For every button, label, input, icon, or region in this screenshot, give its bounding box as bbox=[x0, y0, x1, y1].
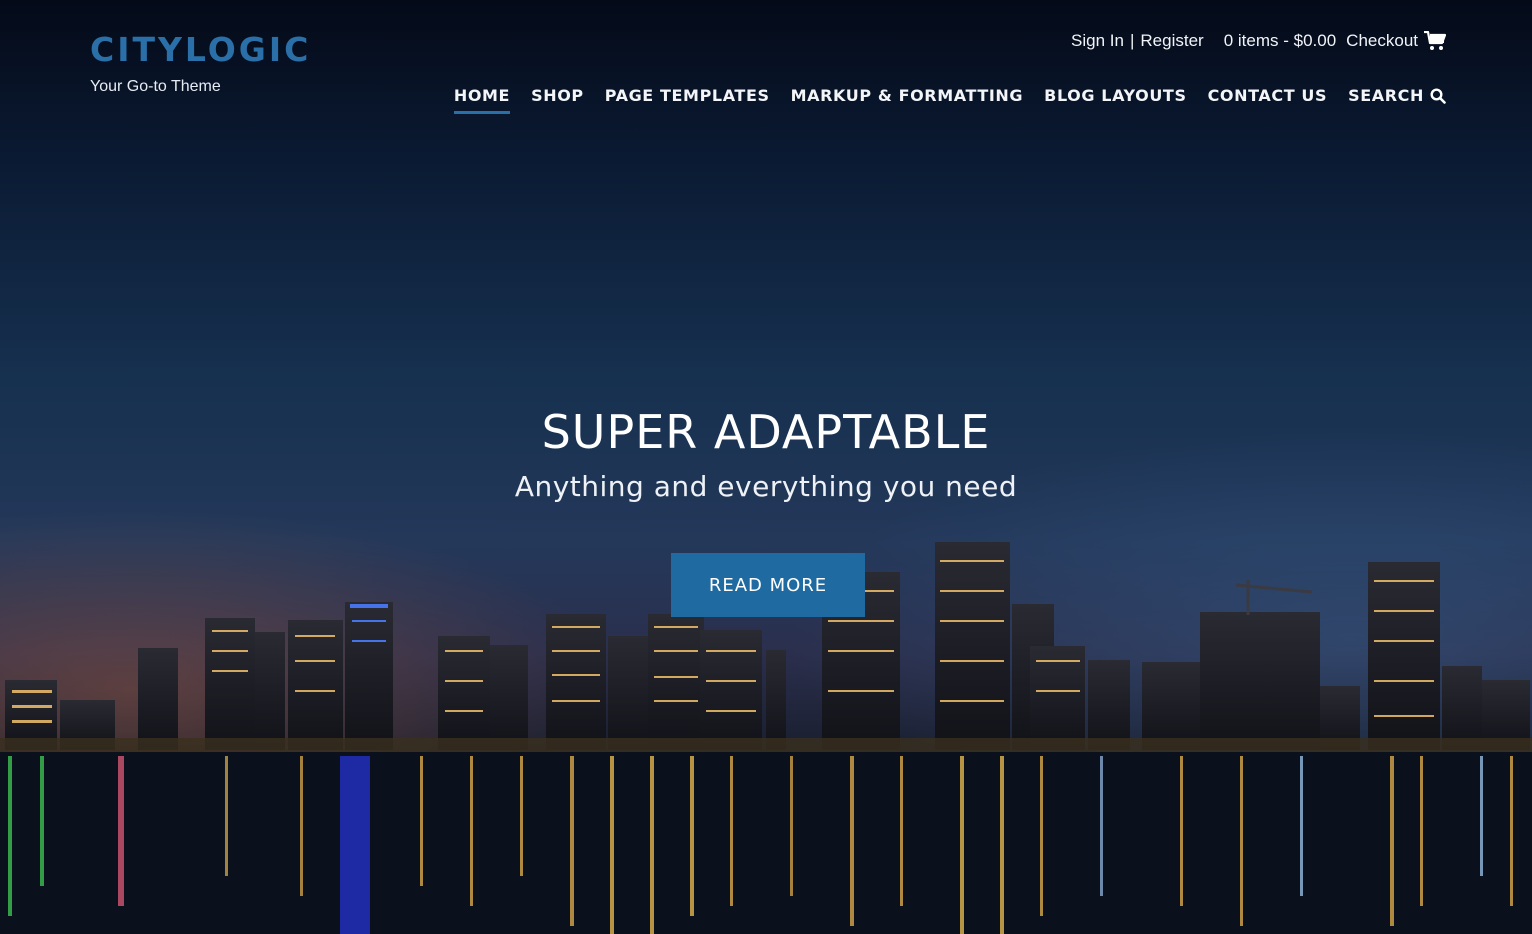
nav-item-shop[interactable]: SHOP bbox=[531, 86, 584, 114]
top-bar: Sign In | Register 0 items - $0.00 Check… bbox=[1071, 30, 1447, 51]
nav-item-label: BLOG LAYOUTS bbox=[1044, 86, 1187, 105]
nav-item-label: CONTACT US bbox=[1207, 86, 1328, 105]
site-tagline: Your Go-to Theme bbox=[90, 78, 221, 95]
register-link[interactable]: Register bbox=[1140, 31, 1203, 51]
nav-item-label: MARKUP & FORMATTING bbox=[790, 86, 1024, 105]
nav-item-contact-us[interactable]: CONTACT US bbox=[1208, 86, 1328, 114]
nav-item-label: SHOP bbox=[531, 86, 584, 105]
hero-title: SUPER ADAPTABLE bbox=[541, 405, 991, 459]
nav-item-blog-layouts[interactable]: BLOG LAYOUTS bbox=[1044, 86, 1186, 114]
main-nav: HOME SHOP PAGE TEMPLATES MARKUP & FORMAT… bbox=[453, 86, 1446, 114]
read-more-button[interactable]: READ MORE bbox=[671, 553, 865, 617]
nav-item-markup-formatting[interactable]: MARKUP & FORMATTING bbox=[791, 86, 1024, 114]
nav-item-home[interactable]: HOME bbox=[453, 86, 511, 114]
search-icon bbox=[1430, 87, 1446, 104]
sign-in-link[interactable]: Sign In bbox=[1071, 31, 1124, 51]
hero-content: SUPER ADAPTABLE Anything and everything … bbox=[0, 402, 1532, 503]
nav-item-page-templates[interactable]: PAGE TEMPLATES bbox=[605, 86, 770, 114]
separator: | bbox=[1129, 31, 1135, 50]
cart-summary-link[interactable]: 0 items - $0.00 bbox=[1224, 31, 1336, 51]
nav-item-label: SEARCH bbox=[1348, 86, 1424, 105]
nav-item-label: PAGE TEMPLATES bbox=[604, 86, 770, 105]
checkout-link[interactable]: Checkout bbox=[1346, 31, 1418, 51]
site-logo[interactable]: CITYLOGIC bbox=[90, 30, 311, 70]
nav-item-search[interactable]: SEARCH bbox=[1348, 86, 1446, 114]
site-branding: CITYLOGIC Your Go-to Theme bbox=[90, 30, 311, 96]
hero-subtitle: Anything and everything you need bbox=[514, 470, 1018, 503]
nav-item-label: HOME bbox=[453, 86, 511, 105]
cart-icon[interactable] bbox=[1424, 30, 1447, 51]
